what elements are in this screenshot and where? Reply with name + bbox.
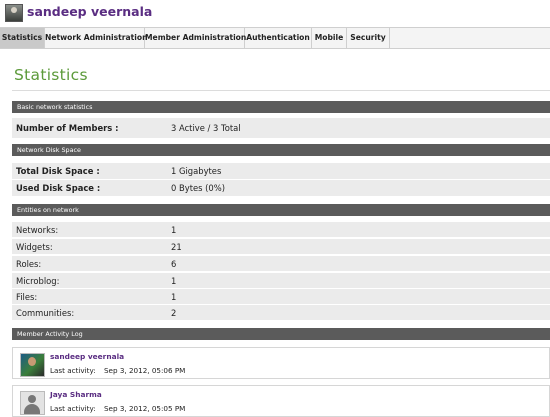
stat-value: 1 <box>171 225 177 235</box>
activity-log-item: sandeep veernala Last activity: Sep 3, 2… <box>12 347 550 379</box>
stat-label: Used Disk Space : <box>16 183 101 193</box>
stat-label: Files: <box>16 292 38 302</box>
default-avatar-icon[interactable] <box>20 391 45 415</box>
tab-security[interactable]: Security <box>347 28 390 48</box>
section-header-entities: Entities on network <box>12 204 550 216</box>
top-header: sandeep veernala <box>0 0 550 26</box>
stat-row-communities: Communities: 2 <box>12 305 550 321</box>
stat-label: Communities: <box>16 308 75 318</box>
stat-row-used-disk: Used Disk Space : 0 Bytes (0%) <box>12 180 550 197</box>
last-activity-time: Sep 3, 2012, 05:06 PM <box>104 366 186 375</box>
user-name-link[interactable]: sandeep veernala <box>27 4 152 19</box>
tab-member-administration[interactable]: Member Administration <box>145 28 246 48</box>
stat-label: Number of Members : <box>16 123 119 133</box>
stat-value: 1 <box>171 292 177 302</box>
tab-statistics[interactable]: Statistics <box>0 28 45 48</box>
stat-value: 21 <box>171 242 182 252</box>
tab-authentication[interactable]: Authentication <box>245 28 312 48</box>
stat-value: 0 Bytes (0%) <box>171 183 225 193</box>
stat-label: Widgets: <box>16 242 53 252</box>
stat-value: 2 <box>171 308 177 318</box>
user-avatar-icon[interactable] <box>5 4 23 22</box>
section-header-activity-log: Member Activity Log <box>12 328 550 340</box>
stat-value: 1 <box>171 276 177 286</box>
tab-mobile[interactable]: Mobile <box>312 28 347 48</box>
stat-label: Roles: <box>16 259 42 269</box>
stat-value: 6 <box>171 259 177 269</box>
stat-value: 1 Gigabytes <box>171 166 222 176</box>
stat-label: Microblog: <box>16 276 60 286</box>
stat-row-microblog: Microblog: 1 <box>12 273 550 289</box>
last-activity-time: Sep 3, 2012, 05:05 PM <box>104 404 186 413</box>
last-activity-label: Last activity: <box>50 366 96 375</box>
activity-user-link[interactable]: Jaya Sharma <box>50 390 102 399</box>
stat-label: Networks: <box>16 225 59 235</box>
user-photo-icon[interactable] <box>20 353 45 377</box>
last-activity-label: Last activity: <box>50 404 96 413</box>
stat-row-widgets: Widgets: 21 <box>12 239 550 255</box>
section-header-basic-stats: Basic network statistics <box>12 101 550 113</box>
stat-value: 3 Active / 3 Total <box>171 123 241 133</box>
activity-user-link[interactable]: sandeep veernala <box>50 352 124 361</box>
title-divider <box>12 90 550 91</box>
admin-tab-bar: Statistics Network Administration Member… <box>0 27 550 49</box>
tab-network-administration[interactable]: Network Administration <box>45 28 148 48</box>
section-header-disk-space: Network Disk Space <box>12 144 550 156</box>
activity-log-item: Jaya Sharma Last activity: Sep 3, 2012, … <box>12 385 550 417</box>
stat-label: Total Disk Space : <box>16 166 100 176</box>
stat-row-files: Files: 1 <box>12 289 550 305</box>
page-title: Statistics <box>14 66 88 84</box>
stat-row-members: Number of Members : 3 Active / 3 Total <box>12 118 550 139</box>
stat-row-roles: Roles: 6 <box>12 256 550 272</box>
stat-row-total-disk: Total Disk Space : 1 Gigabytes <box>12 163 550 180</box>
stat-row-networks: Networks: 1 <box>12 222 550 238</box>
